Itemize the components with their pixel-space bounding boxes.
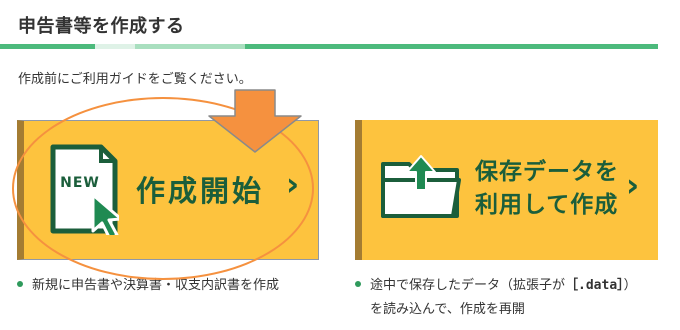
start-create-button[interactable]: NEW 作成開始 › [17, 120, 319, 260]
reuse-note: 途中で保存したデータ（拡張子が［.data］） を読み込んで、作成を再開 [355, 274, 675, 322]
folder-upload-icon [381, 155, 461, 218]
reuse-note-line2: を読み込んで、作成を再開 [370, 302, 525, 317]
rule-segment [95, 44, 135, 49]
use-saved-data-button[interactable]: 保存データを 利用して作成 › [355, 120, 658, 260]
chevron-right-icon: › [626, 166, 640, 204]
create-note-text: 新規に申告書や決算書・収支内訳書を作成 [32, 278, 280, 293]
use-saved-data-label: 保存データを 利用して作成 [475, 156, 619, 222]
bullet-dot-icon [355, 280, 361, 287]
start-create-label: 作成開始 [136, 174, 265, 208]
reuse-note-pre: 途中で保存したデータ（拡張子が [370, 278, 566, 293]
new-document-icon: NEW [50, 144, 119, 235]
bullet-dot-icon [17, 280, 23, 287]
chevron-right-icon: › [286, 165, 300, 203]
rule-segment [0, 44, 95, 49]
section-heading: 申告書等を作成する [18, 16, 185, 37]
intro-text: 作成前にご利用ガイドをご覧ください。 [18, 72, 252, 87]
new-badge-text: NEW [60, 175, 100, 191]
reuse-note-post: ） [623, 278, 637, 293]
file-extension: ［.data］ [565, 278, 624, 293]
create-note: 新規に申告書や決算書・収支内訳書を作成 [17, 274, 279, 298]
rule-segment [135, 44, 245, 49]
rule-segment [245, 44, 658, 49]
reuse-label-line1: 保存データを [475, 159, 619, 185]
reuse-label-line2: 利用して作成 [475, 192, 619, 218]
